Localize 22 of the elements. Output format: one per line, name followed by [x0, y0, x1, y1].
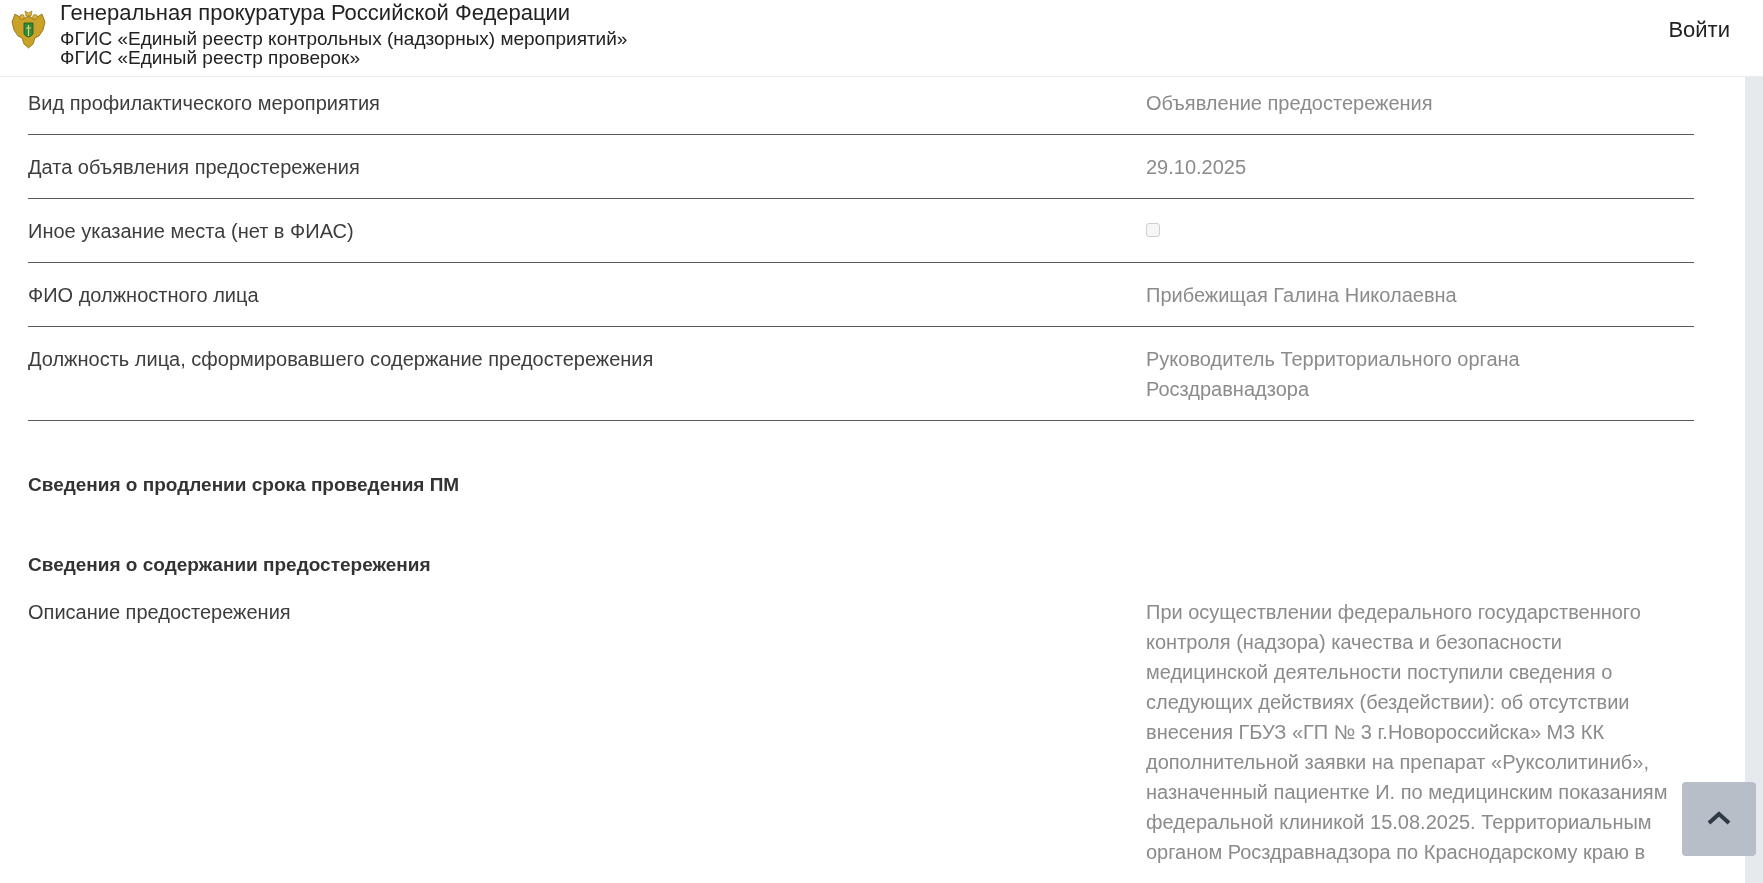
site-title: Генеральная прокуратура Российской Федерации [60, 0, 572, 25]
scrollbar-track[interactable] [1745, 77, 1763, 883]
eagle-emblem-icon [10, 10, 47, 50]
section-heading: Сведения о содержании предостережения [28, 553, 431, 577]
scroll-to-top-button[interactable] [1682, 782, 1756, 856]
field-label: ФИО должностного лица [28, 283, 259, 308]
section-heading: Сведения о продлении срока проведения ПМ [28, 473, 460, 497]
checkbox[interactable] [1146, 222, 1160, 237]
field-label: Иное указание места (нет в ФИАС) [28, 219, 354, 244]
field-value: 29.10.2025 [1146, 155, 1247, 180]
field-value: Руководитель Территориального органа Росздравнадзора [1146, 347, 1520, 402]
login-link[interactable]: Войти [1668, 16, 1730, 44]
field-value: Объявление предостережения [1146, 91, 1433, 116]
field-label: Вид профилактического мероприятия [28, 91, 380, 116]
site-subtitle: ФГИС «Единый реестр проверок» [60, 48, 360, 67]
field-label: Должность лица, сформировавшего содержание предостережения [28, 347, 654, 372]
field-value: При осуществлении федерального государственного контроля (надзора) качества и безопасности медицинской деятельности поступили сведения о следующих действиях (бездействии): об отсутствии внесения ГБУЗ «ГП № 3 г.Новороссийска» МЗ КК дополнительной заявки на препарат «Руксолитиниб», назначенный пациентке И. по медицинским показаниям федеральной клиникой 15.08.2025. Территориальным органом Росздравнадзора по Краснодарскому краю в [1146, 600, 1668, 865]
chevron-up-icon [1707, 811, 1731, 825]
site-subtitle: ФГИС «Единый реестр контрольных (надзорных) мероприятий» [60, 29, 628, 48]
field-label: Описание предостережения [28, 600, 291, 625]
field-value: Прибежищая Галина Николаевна [1146, 283, 1457, 308]
field-label: Дата объявления предостережения [28, 155, 360, 180]
